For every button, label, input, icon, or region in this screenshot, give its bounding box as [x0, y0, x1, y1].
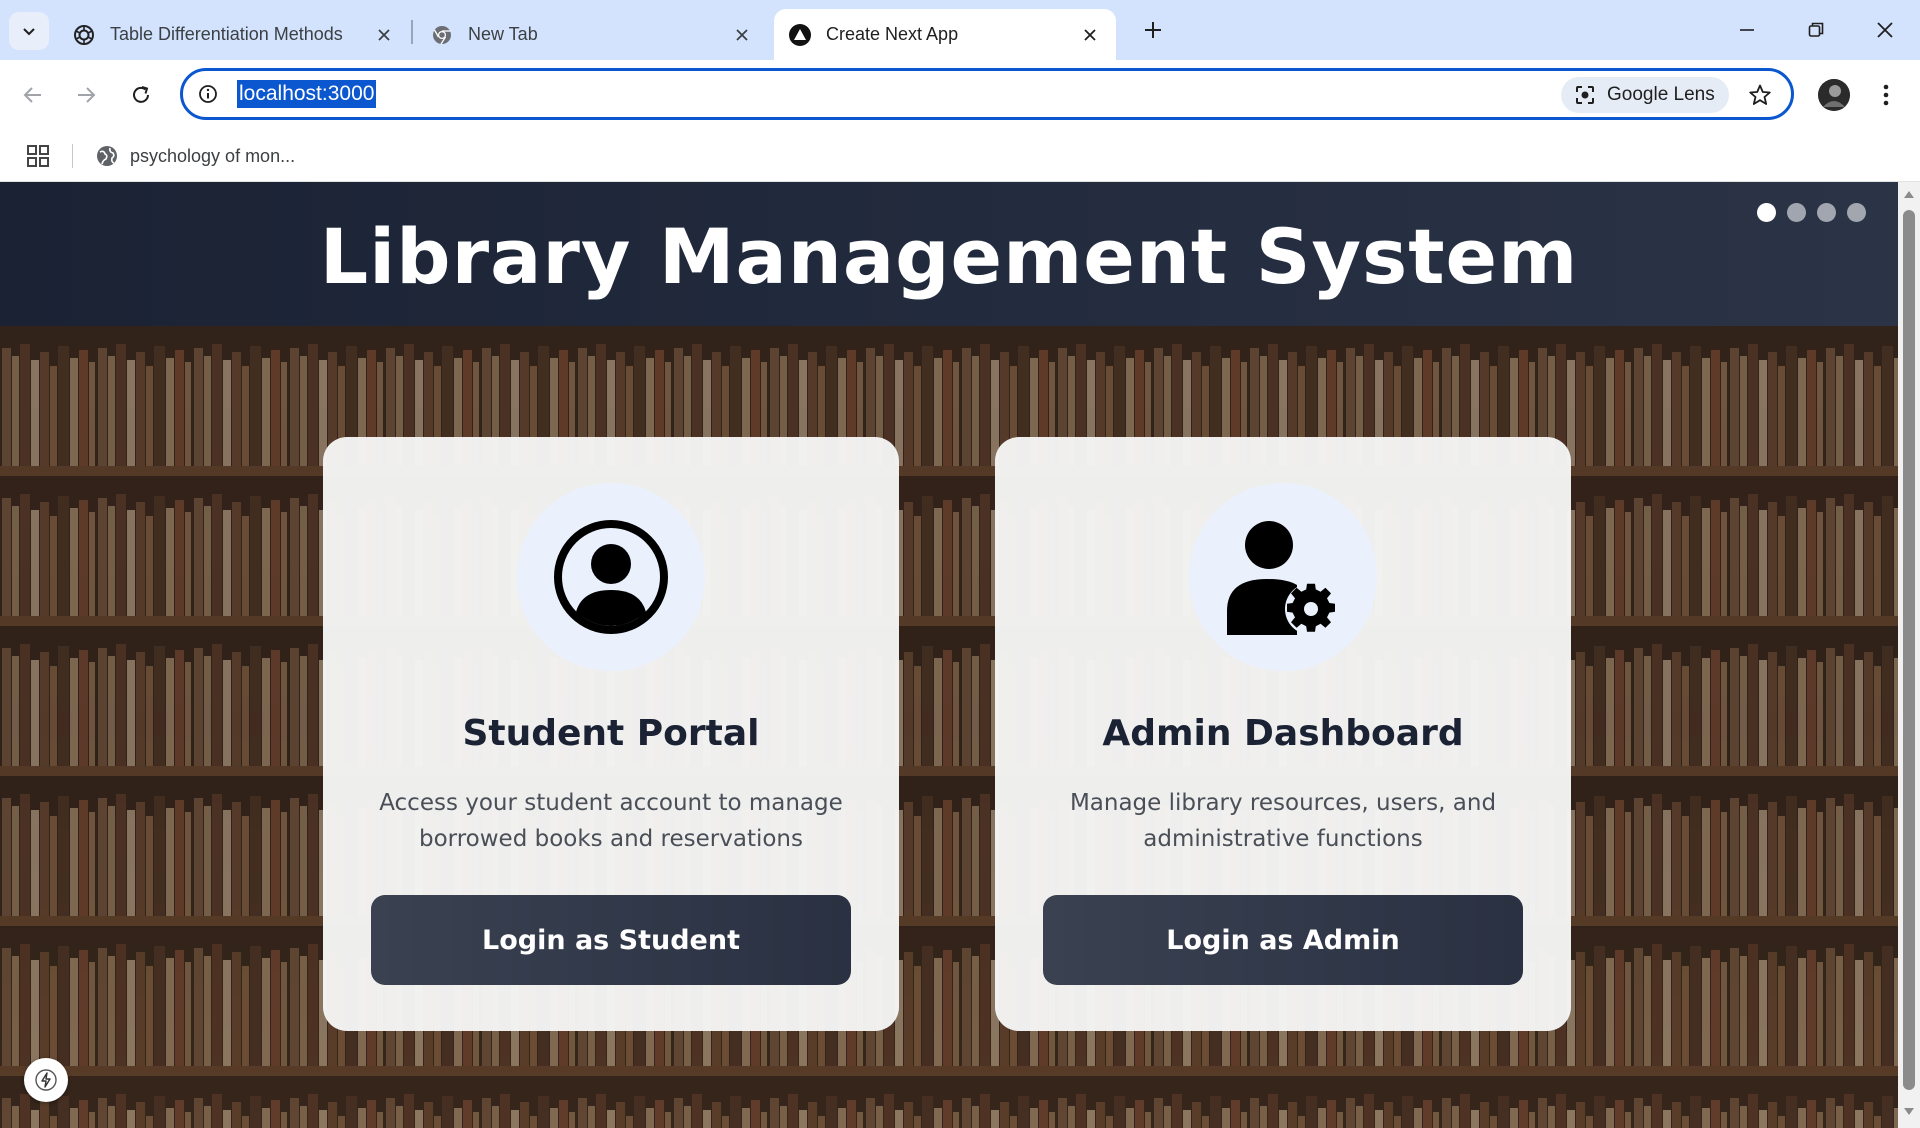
- carousel-dot[interactable]: [1847, 203, 1866, 222]
- student-portal-card: Student Portal Access your student accou…: [323, 437, 899, 1031]
- login-as-admin-button[interactable]: Login as Admin: [1043, 895, 1523, 985]
- bookmark-separator: [72, 144, 73, 168]
- globe-icon: [97, 146, 117, 166]
- user-circle-icon: [554, 520, 668, 634]
- close-icon: [1877, 22, 1893, 38]
- plus-icon: [1145, 22, 1161, 38]
- minimize-icon: [1740, 29, 1754, 31]
- carousel-dot[interactable]: [1787, 203, 1806, 222]
- browser-toolbar: localhost:3000 Google Lens: [0, 60, 1920, 130]
- arrow-left-icon: [23, 87, 41, 103]
- tab-table-differentiation[interactable]: Table Differentiation Methods: [58, 9, 410, 60]
- scrollbar-thumb[interactable]: [1903, 210, 1915, 1090]
- forward-button[interactable]: [69, 78, 103, 112]
- bookmark-label: psychology of mon...: [130, 145, 296, 166]
- site-info-icon[interactable]: [196, 82, 220, 106]
- page-viewport: Library Management System Student Portal…: [0, 182, 1898, 1128]
- tab-strip: Table Differentiation Methods New Tab Cr…: [0, 0, 1920, 60]
- page-header: Library Management System: [0, 182, 1898, 326]
- google-lens-button[interactable]: Google Lens: [1561, 77, 1729, 113]
- close-icon[interactable]: [1078, 23, 1102, 47]
- tab-title: New Tab: [468, 24, 538, 44]
- card-description: Manage library resources, users, and adm…: [1069, 790, 1497, 852]
- bookmark-item[interactable]: psychology of mon...: [96, 140, 295, 172]
- reload-icon: [133, 86, 149, 103]
- scroll-down-icon[interactable]: [1903, 1106, 1915, 1118]
- address-bar[interactable]: localhost:3000 Google Lens: [180, 68, 1794, 120]
- new-tab-button[interactable]: [1137, 14, 1169, 46]
- bookmark-star-icon[interactable]: [1746, 81, 1774, 109]
- card-description: Access your student account to manage bo…: [379, 790, 843, 852]
- close-icon[interactable]: [372, 23, 396, 47]
- minimize-button[interactable]: [1724, 12, 1770, 48]
- card-title: Admin Dashboard: [1102, 713, 1464, 754]
- chrome-icon: [430, 23, 454, 47]
- tab-title: Table Differentiation Methods: [110, 24, 343, 44]
- lens-label: Google Lens: [1607, 84, 1715, 105]
- student-icon-container: [517, 483, 705, 671]
- tab-separator: [411, 20, 413, 44]
- lightning-icon: [35, 1069, 57, 1091]
- lens-icon: [1573, 83, 1597, 107]
- login-as-student-button[interactable]: Login as Student: [371, 895, 851, 985]
- more-menu-button[interactable]: [1874, 78, 1898, 112]
- page-title: Library Management System: [319, 212, 1579, 301]
- url-text[interactable]: localhost:3000: [237, 80, 377, 108]
- tab-title: Create Next App: [826, 24, 959, 44]
- chevron-down-icon: [23, 28, 35, 36]
- close-window-button[interactable]: [1862, 12, 1908, 48]
- nextjs-dev-indicator[interactable]: [24, 1058, 68, 1102]
- restore-icon: [1808, 22, 1824, 37]
- scroll-up-icon[interactable]: [1903, 188, 1915, 200]
- apps-grid-icon[interactable]: [26, 144, 50, 168]
- user-gear-icon: [1227, 521, 1337, 635]
- back-button[interactable]: [16, 78, 50, 112]
- admin-icon-container: [1189, 483, 1377, 671]
- bookmarks-bar: psychology of mon...: [0, 130, 1920, 182]
- card-title: Student Portal: [462, 713, 760, 754]
- close-icon[interactable]: [730, 23, 754, 47]
- admin-dashboard-card: Admin Dashboard Manage library resources…: [995, 437, 1571, 1031]
- arrow-right-icon: [78, 87, 96, 103]
- nextjs-icon: [788, 23, 812, 47]
- more-vertical-icon: [1883, 84, 1889, 106]
- page-scrollbar[interactable]: [1898, 182, 1920, 1128]
- profile-avatar[interactable]: [1818, 79, 1850, 111]
- carousel-dot[interactable]: [1817, 203, 1836, 222]
- tab-create-next-app[interactable]: Create Next App: [774, 9, 1116, 60]
- openai-icon: [72, 23, 96, 47]
- reload-button[interactable]: [124, 78, 158, 112]
- carousel-dots: [1757, 203, 1866, 222]
- carousel-dot[interactable]: [1757, 203, 1776, 222]
- restore-button[interactable]: [1793, 12, 1839, 48]
- tab-search-button[interactable]: [9, 12, 49, 50]
- bookshelf-background: [0, 326, 1898, 1128]
- tab-new-tab[interactable]: New Tab: [416, 9, 768, 60]
